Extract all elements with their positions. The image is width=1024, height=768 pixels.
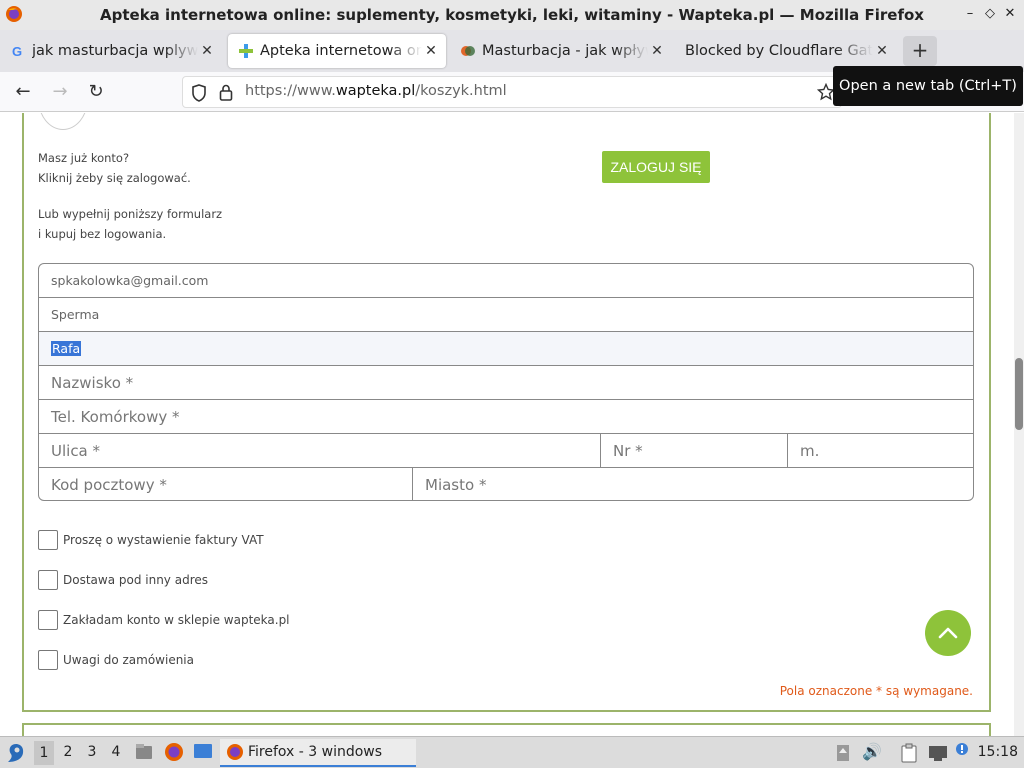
window-titlebar: Apteka internetowa online: suplementy, k… — [0, 0, 1024, 30]
other-address-label: Dostawa pod inny adres — [63, 573, 209, 587]
page-scrollbar[interactable] — [1014, 113, 1024, 736]
login-prompt: Masz już konto? Kliknij żeby się zalogow… — [38, 151, 191, 185]
city-field[interactable]: Miasto * — [413, 468, 973, 500]
start-menu-icon[interactable] — [6, 742, 26, 764]
other-address-checkbox[interactable] — [38, 570, 58, 590]
reload-icon[interactable]: ↻ — [85, 81, 107, 103]
window-title: Apteka internetowa online: suplementy, k… — [100, 6, 924, 24]
desktop-icon[interactable] — [193, 743, 213, 761]
file-manager-icon[interactable] — [134, 742, 154, 762]
network-icon[interactable] — [928, 744, 948, 762]
new-tab-button[interactable]: + — [903, 36, 937, 66]
address-row: Ulica * Nr * m. — [39, 434, 973, 468]
taskbar: 1 2 3 4 Firefox - 3 windows 🔊 15:18 — [0, 736, 1024, 768]
close-window-button[interactable]: ✕ — [1001, 6, 1019, 21]
house-number-field[interactable]: Nr * — [601, 434, 787, 467]
order-notes-checkbox[interactable] — [38, 650, 58, 670]
tab-label: jak masturbacja wplywa — [32, 43, 198, 59]
shield-icon[interactable] — [191, 84, 207, 102]
back-arrow-icon[interactable]: ← — [12, 81, 34, 103]
maximize-button[interactable]: ◇ — [981, 6, 999, 21]
url-bar[interactable]: https://www.wapteka.pl/koszyk.html — [182, 76, 842, 108]
svg-text:G: G — [12, 44, 22, 58]
upload-icon[interactable] — [836, 744, 850, 762]
flat-number-field[interactable]: m. — [788, 434, 973, 467]
firefox-launcher-icon[interactable] — [164, 742, 184, 762]
email-field[interactable]: spkakolowka@gmail.com — [39, 264, 973, 298]
chevron-up-icon — [938, 627, 958, 639]
new-tab-tooltip: Open a new tab (Ctrl+T) — [833, 66, 1023, 106]
clock: 15:18 — [977, 744, 1018, 760]
workspace-1[interactable]: 1 — [34, 741, 54, 765]
scroll-to-top-button[interactable] — [925, 610, 971, 656]
page-content: Masz już konto? Kliknij żeby się zalogow… — [0, 113, 1024, 736]
forward-arrow-icon[interactable]: → — [49, 81, 71, 103]
close-tab-icon[interactable]: ✕ — [648, 43, 666, 59]
wapteka-icon — [238, 43, 254, 59]
close-tab-icon[interactable]: ✕ — [422, 43, 440, 59]
tab-1[interactable]: G jak masturbacja wplywa ✕ — [0, 34, 222, 68]
tab-label: Masturbacja - jak wpływa — [482, 43, 648, 59]
login-button[interactable]: ZALOGUJ SIĘ — [602, 151, 710, 183]
site-icon — [460, 43, 476, 59]
workspace-2[interactable]: 2 — [58, 744, 78, 760]
phone-field[interactable]: Tel. Komórkowy * — [39, 400, 973, 434]
postcode-field[interactable]: Kod pocztowy * — [39, 468, 412, 500]
minimize-button[interactable]: – — [961, 6, 979, 21]
tab-2-active[interactable]: Apteka internetowa online ✕ — [228, 34, 446, 68]
workspace-3[interactable]: 3 — [82, 744, 102, 760]
workspace-4[interactable]: 4 — [106, 744, 126, 760]
next-panel — [22, 723, 991, 736]
password-field[interactable]: Sperma — [39, 298, 973, 332]
guest-prompt: Lub wypełnij poniższy formularz i kupuj … — [38, 207, 223, 241]
street-field[interactable]: Ulica * — [39, 434, 600, 467]
clipboard-icon[interactable] — [900, 743, 918, 763]
last-name-field[interactable]: Nazwisko * — [39, 366, 973, 400]
volume-icon[interactable]: 🔊 — [862, 742, 882, 761]
scrollbar-thumb[interactable] — [1015, 358, 1023, 430]
create-account-checkbox[interactable] — [38, 610, 58, 630]
checkout-form: spkakolowka@gmail.com Sperma Rafa Nazwis… — [38, 263, 974, 501]
google-icon: G — [10, 43, 26, 59]
lock-icon[interactable] — [219, 84, 233, 101]
tab-4[interactable]: Blocked by Cloudflare Gateway ✕ — [675, 34, 897, 68]
update-notification-icon[interactable] — [955, 742, 969, 756]
firefox-task-button[interactable]: Firefox - 3 windows — [220, 739, 416, 767]
tab-3[interactable]: Masturbacja - jak wpływa ✕ — [450, 34, 672, 68]
first-name-field[interactable]: Rafa — [39, 332, 973, 366]
close-tab-icon[interactable]: ✕ — [873, 43, 891, 59]
create-account-label: Zakładam konto w sklepie wapteka.pl — [63, 613, 290, 627]
tab-label: Apteka internetowa online — [260, 43, 422, 59]
task-label: Firefox - 3 windows — [248, 744, 383, 760]
city-row: Kod pocztowy * Miasto * — [39, 468, 973, 500]
vat-invoice-label: Proszę o wystawienie faktury VAT — [63, 533, 264, 547]
order-notes-label: Uwagi do zamówienia — [63, 653, 194, 667]
close-tab-icon[interactable]: ✕ — [198, 43, 216, 59]
tab-label: Blocked by Cloudflare Gateway — [685, 43, 873, 59]
firefox-icon — [227, 744, 243, 760]
url-text: https://www.wapteka.pl/koszyk.html — [245, 83, 507, 99]
required-fields-note: Pola oznaczone * są wymagane. — [779, 684, 973, 698]
selected-text: Rafa — [51, 341, 82, 356]
vat-invoice-checkbox[interactable] — [38, 530, 58, 550]
